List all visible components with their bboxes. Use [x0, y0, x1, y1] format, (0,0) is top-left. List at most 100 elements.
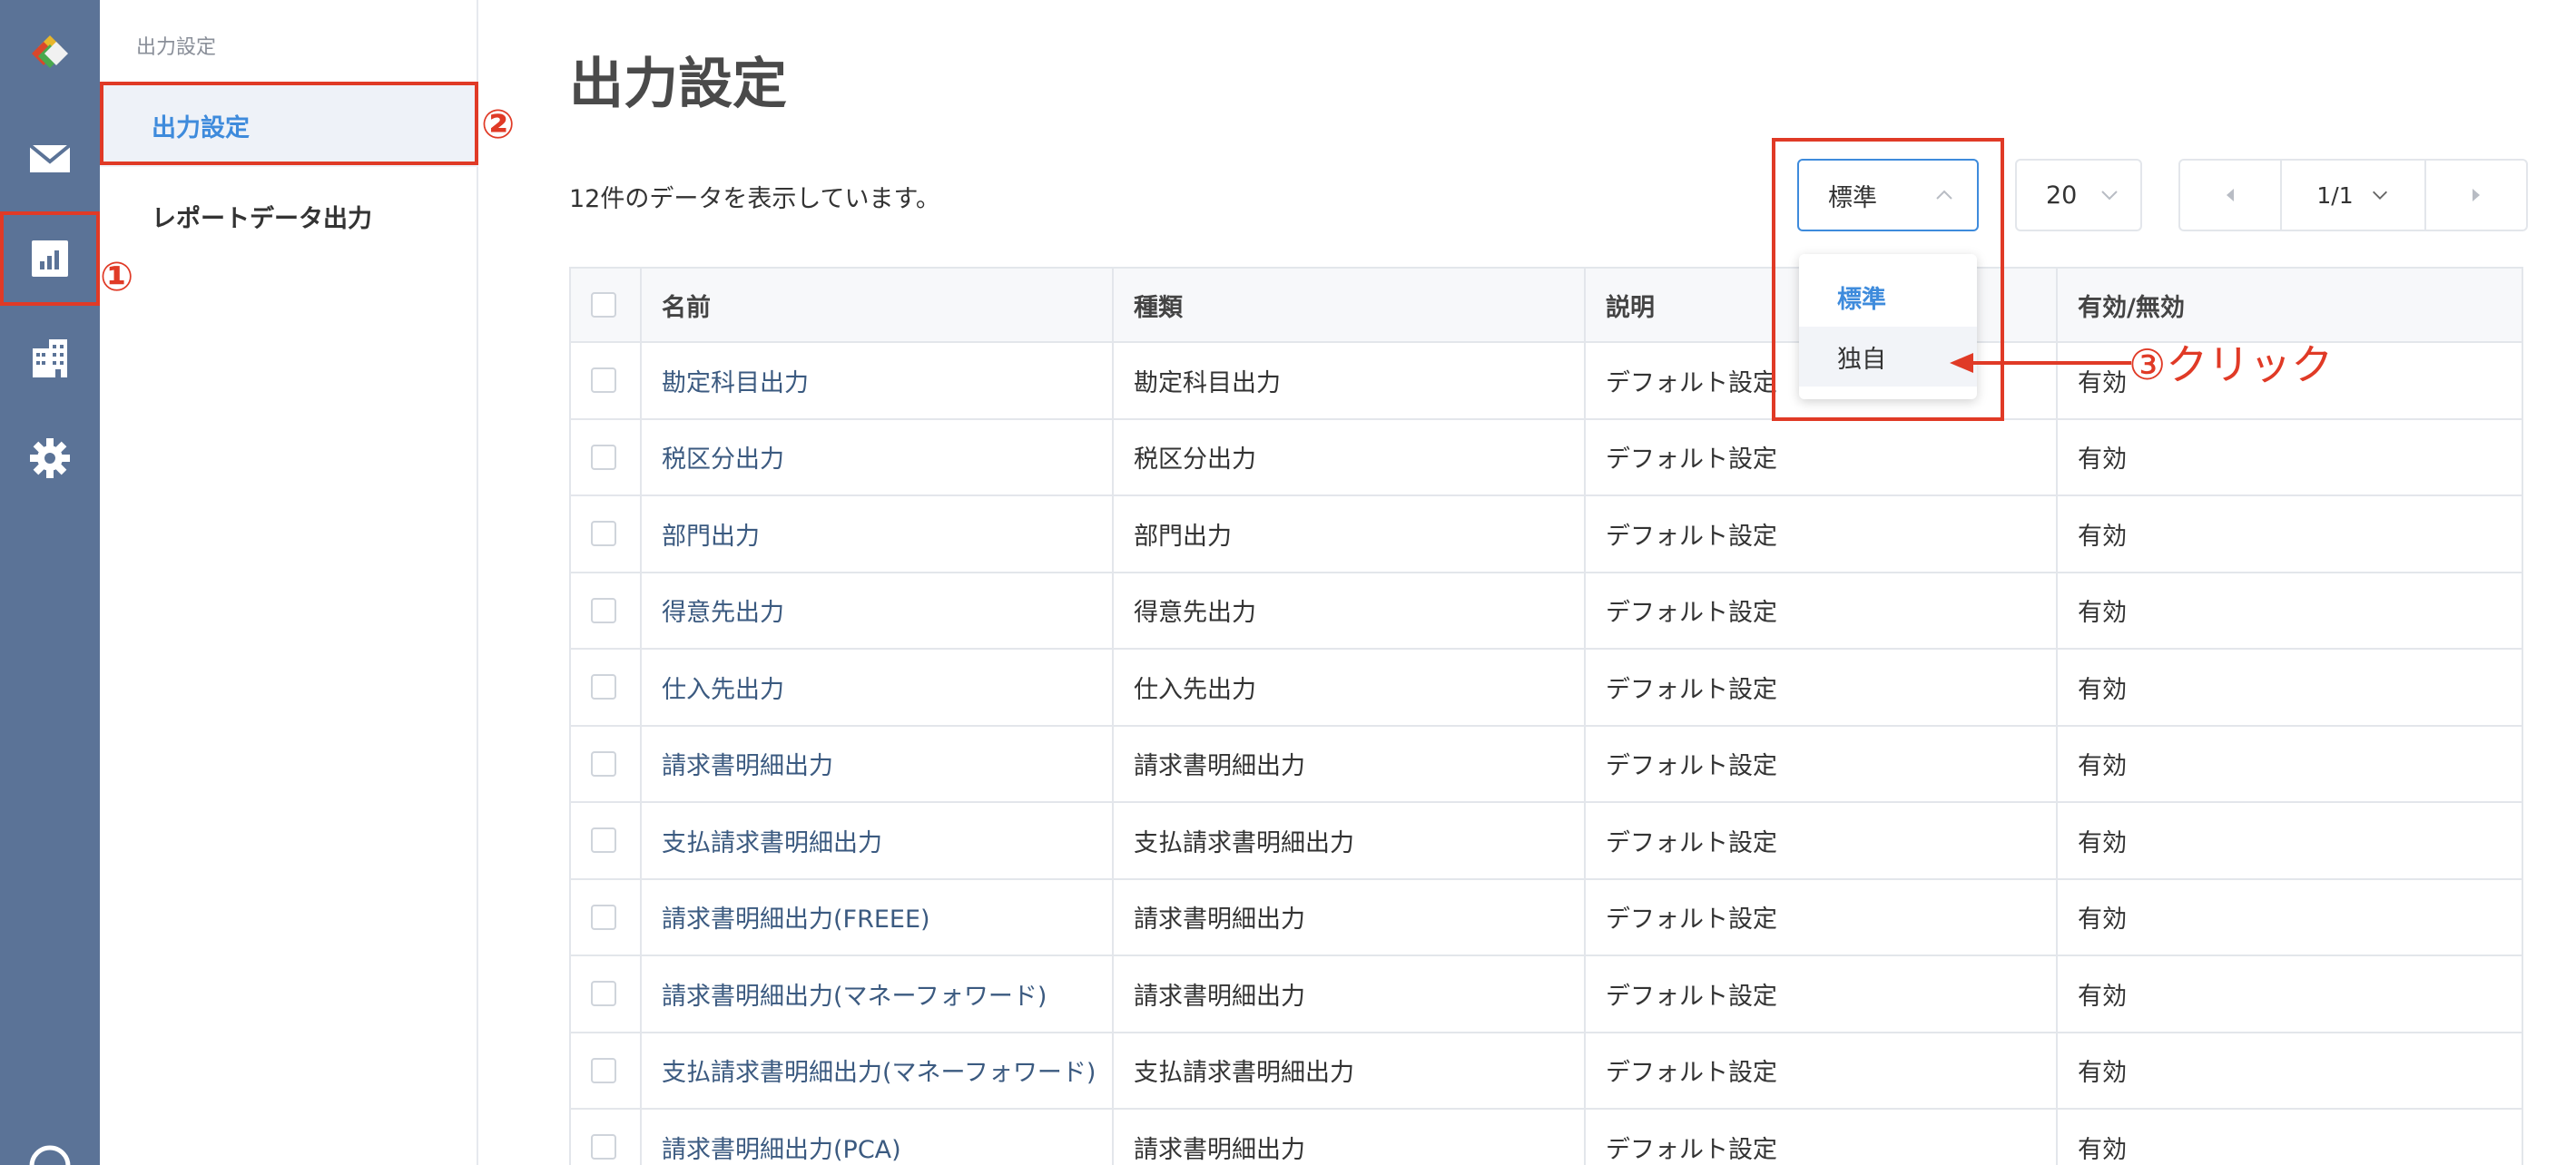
logo-icon[interactable]	[23, 25, 77, 80]
annotation-box-report-icon	[0, 211, 100, 306]
cell-name[interactable]: 税区分出力	[642, 419, 1114, 494]
cell-type: 請求書明細出力	[1114, 726, 1586, 801]
row-checkbox-cell	[569, 879, 642, 955]
cell-type: 支払請求書明細出力	[1114, 803, 1586, 878]
cell-status: 有効	[2058, 496, 2523, 572]
prev-page-button[interactable]	[2180, 161, 2280, 230]
table-row[interactable]: 請求書明細出力(PCA) 請求書明細出力 デフォルト設定 有効	[569, 1110, 2523, 1165]
cell-description: デフォルト設定	[1586, 650, 2058, 725]
subnav-item-report-data-output[interactable]: レポートデータ出力	[100, 174, 478, 258]
row-checkbox-cell	[569, 956, 642, 1032]
name-link[interactable]: 請求書明細出力(マネーフォワード)	[662, 976, 1047, 1012]
cell-description: デフォルト設定	[1586, 803, 2058, 878]
name-link[interactable]: 得意先出力	[662, 592, 784, 628]
row-checkbox[interactable]	[591, 521, 616, 547]
cell-status: 有効	[2058, 650, 2523, 725]
table-body: 勘定科目出力 勘定科目出力 デフォルト設定 有効 税区分出力 税区分出力 デフォルト設定 有効…	[569, 343, 2523, 1165]
row-checkbox[interactable]	[591, 597, 616, 623]
icon-rail	[0, 0, 100, 1165]
cell-status: 有効	[2058, 956, 2523, 1032]
chevron-down-icon	[2099, 184, 2120, 212]
column-header-type[interactable]: 種類	[1114, 269, 1586, 341]
cell-status: 有効	[2058, 419, 2523, 494]
name-link[interactable]: 仕入先出力	[662, 670, 784, 705]
row-checkbox[interactable]	[591, 444, 616, 470]
mail-icon[interactable]	[23, 132, 77, 186]
table-row[interactable]: 部門出力 部門出力 デフォルト設定 有効	[569, 496, 2523, 573]
annotation-step-2: ②	[481, 102, 516, 148]
cell-type: 税区分出力	[1114, 419, 1586, 494]
name-link[interactable]: 税区分出力	[662, 439, 784, 475]
cell-status: 有効	[2058, 879, 2523, 955]
column-header-name[interactable]: 名前	[642, 269, 1114, 341]
annotation-box-subnav	[100, 82, 478, 165]
row-checkbox-cell	[569, 573, 642, 648]
page-indicator: 1/1	[2316, 181, 2354, 209]
row-checkbox[interactable]	[591, 750, 616, 777]
annotation-step-3-click: ③クリック	[2129, 340, 2334, 389]
cell-type: 請求書明細出力	[1114, 879, 1586, 955]
table-row[interactable]: 請求書明細出力(FREEE) 請求書明細出力 デフォルト設定 有効	[569, 879, 2523, 956]
name-link[interactable]: 請求書明細出力(PCA)	[662, 1130, 901, 1165]
cell-status: 有効	[2058, 1110, 2523, 1165]
help-icon[interactable]	[23, 1139, 77, 1165]
name-link[interactable]: 支払請求書明細出力(マネーフォワード)	[662, 1052, 1096, 1088]
page-title: 出力設定	[569, 53, 787, 116]
row-checkbox-cell	[569, 726, 642, 801]
cell-name[interactable]: 得意先出力	[642, 573, 1114, 648]
page-size-select[interactable]: 20	[2015, 159, 2142, 231]
chevron-down-icon	[2372, 191, 2387, 200]
page-select[interactable]: 1/1	[2280, 161, 2426, 230]
cell-name[interactable]: 部門出力	[642, 496, 1114, 572]
cell-description: デフォルト設定	[1586, 1033, 2058, 1108]
row-checkbox[interactable]	[591, 827, 616, 854]
name-link[interactable]: 支払請求書明細出力	[662, 823, 882, 858]
row-checkbox[interactable]	[591, 1134, 616, 1160]
cell-name[interactable]: 支払請求書明細出力(マネーフォワード)	[642, 1033, 1114, 1108]
subnav-title: 出力設定	[136, 36, 217, 59]
table-row[interactable]: 請求書明細出力 請求書明細出力 デフォルト設定 有効	[569, 726, 2523, 803]
cell-type: 勘定科目出力	[1114, 343, 1586, 418]
select-all-checkbox[interactable]	[591, 292, 616, 318]
row-checkbox[interactable]	[591, 367, 616, 394]
column-header-status[interactable]: 有効/無効	[2058, 269, 2523, 341]
name-link[interactable]: 請求書明細出力	[662, 746, 833, 781]
cell-name[interactable]: 請求書明細出力	[642, 726, 1114, 801]
table-row[interactable]: 得意先出力 得意先出力 デフォルト設定 有効	[569, 573, 2523, 650]
table-row[interactable]: 税区分出力 税区分出力 デフォルト設定 有効	[569, 419, 2523, 496]
row-checkbox[interactable]	[591, 981, 616, 1007]
page-size-value: 20	[2046, 181, 2078, 210]
cell-name[interactable]: 請求書明細出力(FREEE)	[642, 879, 1114, 955]
subnav-item-label: レポートデータ出力	[152, 204, 372, 233]
table-row[interactable]: 仕入先出力 仕入先出力 デフォルト設定 有効	[569, 650, 2523, 727]
table-row[interactable]: 支払請求書明細出力(マネーフォワード) 支払請求書明細出力 デフォルト設定 有効	[569, 1033, 2523, 1110]
name-link[interactable]: 勘定科目出力	[662, 363, 809, 398]
cell-name[interactable]: 支払請求書明細出力	[642, 803, 1114, 878]
row-checkbox[interactable]	[591, 904, 616, 930]
gear-icon[interactable]	[23, 431, 77, 485]
name-link[interactable]: 請求書明細出力(FREEE)	[662, 899, 930, 935]
row-checkbox-cell	[569, 1110, 642, 1165]
building-icon[interactable]	[23, 331, 77, 386]
table-row[interactable]: 請求書明細出力(マネーフォワード) 請求書明細出力 デフォルト設定 有効	[569, 956, 2523, 1033]
cell-name[interactable]: 請求書明細出力(PCA)	[642, 1110, 1114, 1165]
output-settings-table: 名前 種類 説明 有効/無効 勘定科目出力 勘定科目出力 デフォルト設定 有効 税区分出…	[569, 267, 2523, 1165]
cell-name[interactable]: 勘定科目出力	[642, 343, 1114, 418]
row-checkbox-cell	[569, 496, 642, 572]
next-page-button[interactable]	[2426, 161, 2526, 230]
name-link[interactable]: 部門出力	[662, 516, 760, 552]
row-checkbox-cell	[569, 419, 642, 494]
annotation-arrow	[1950, 353, 2131, 373]
cell-description: デフォルト設定	[1586, 879, 2058, 955]
cell-type: 請求書明細出力	[1114, 1110, 1586, 1165]
cell-status: 有効	[2058, 726, 2523, 801]
record-count-text: 12件のデータを表示しています。	[569, 185, 940, 213]
cell-name[interactable]: 請求書明細出力(マネーフォワード)	[642, 956, 1114, 1032]
row-checkbox-cell	[569, 1033, 642, 1108]
row-checkbox[interactable]	[591, 1057, 616, 1083]
cell-name[interactable]: 仕入先出力	[642, 650, 1114, 725]
row-checkbox[interactable]	[591, 674, 616, 700]
cell-type: 仕入先出力	[1114, 650, 1586, 725]
table-row[interactable]: 支払請求書明細出力 支払請求書明細出力 デフォルト設定 有効	[569, 803, 2523, 880]
caret-right-icon	[2473, 189, 2480, 201]
